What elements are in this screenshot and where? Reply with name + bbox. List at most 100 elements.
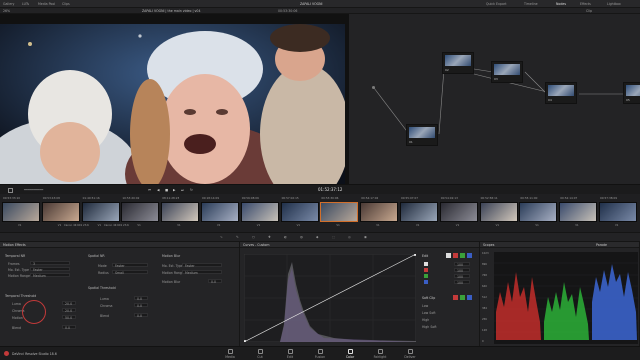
b-value-field[interactable]: 100 xyxy=(454,280,470,285)
mb-type-select[interactable]: Faster xyxy=(182,263,222,268)
panel-title: Scopes xyxy=(483,243,495,248)
timeline-tab[interactable]: Timeline xyxy=(524,2,538,6)
radius-select[interactable]: Small xyxy=(112,270,148,275)
green-swatch[interactable] xyxy=(460,253,465,258)
play-reverse-icon[interactable]: ◀ xyxy=(157,188,159,192)
media-pool-tab[interactable]: Media Pool xyxy=(38,2,55,6)
motion-field[interactable]: 50.0 xyxy=(62,315,76,320)
motion-label: Motion xyxy=(12,316,23,320)
quick-export-button[interactable]: Quick Export xyxy=(486,2,506,6)
scope-mode-select[interactable]: Parade xyxy=(596,243,607,247)
page-fairlight-button[interactable]: Fairlight xyxy=(372,349,388,359)
motion-range-select[interactable]: Medium xyxy=(30,273,70,278)
effects-tab[interactable]: Effects xyxy=(580,2,591,6)
clip-thumbnail[interactable] xyxy=(479,202,518,222)
soft-clip-green[interactable] xyxy=(460,295,465,300)
stop-icon[interactable]: ■ xyxy=(165,188,168,192)
page-deliver-button[interactable]: Deliver xyxy=(402,349,418,359)
spatial-blend-field[interactable]: 0.0 xyxy=(134,313,148,318)
g-value-field[interactable]: 100 xyxy=(454,274,470,279)
node-03[interactable]: 03 xyxy=(491,61,523,83)
link-swatch[interactable] xyxy=(446,253,451,258)
zoom-slider[interactable]: ━━━━━━━━━━ xyxy=(24,188,43,192)
node-editor[interactable]: 01 02 03 04 05 xyxy=(349,14,640,184)
node-02[interactable]: 02 xyxy=(442,52,474,74)
clip-thumbnail[interactable] xyxy=(2,202,40,222)
clip-thumbnail[interactable] xyxy=(81,202,120,222)
deliver-page-icon xyxy=(407,349,413,354)
page-media-button[interactable]: Media xyxy=(222,349,238,359)
curve-graph[interactable] xyxy=(244,254,416,342)
chroma-field[interactable]: 20.0 xyxy=(62,308,76,313)
page-navigation: DaVinci Resolve Studio 18.6 Media Cut Edit… xyxy=(0,346,640,360)
nodes-tab[interactable]: Nodes xyxy=(556,2,566,6)
spatial-chroma-field[interactable]: 0.0 xyxy=(134,303,148,308)
clip-thumbnail[interactable] xyxy=(559,202,598,222)
node-05[interactable]: 05 xyxy=(623,82,640,104)
mb-range-select[interactable]: Medium xyxy=(182,270,222,275)
clip-timecode: 08:11:28:23 xyxy=(162,195,180,200)
clip-thumbnail[interactable] xyxy=(599,202,637,222)
page-color-button[interactable]: Color xyxy=(342,349,358,359)
page-edit-button[interactable]: Edit xyxy=(282,349,298,359)
clip-thumbnail[interactable] xyxy=(41,202,80,222)
clip-thumbnail[interactable] xyxy=(201,202,239,222)
node-04[interactable]: 04 xyxy=(545,82,577,104)
play-icon[interactable]: ▶ xyxy=(173,188,175,192)
clip-thumbnail[interactable] xyxy=(161,202,200,222)
skip-back-icon[interactable]: ⏮ xyxy=(148,188,151,192)
clip-thumbnail[interactable] xyxy=(400,202,438,222)
clips-tab[interactable]: Clips xyxy=(62,2,70,6)
sizing-tool-icon[interactable]: ⬚ xyxy=(332,235,335,239)
clip-thumbnail[interactable] xyxy=(240,202,279,222)
page-fusion-button[interactable]: Fusion xyxy=(312,349,328,359)
mode-select[interactable]: Faster xyxy=(112,263,148,268)
curves-tool-icon[interactable]: ∿ xyxy=(220,235,223,239)
clip-timecode: 00:57:02:15 xyxy=(281,195,299,200)
luts-tab[interactable]: LUTs xyxy=(22,2,29,6)
viewer[interactable] xyxy=(0,14,349,184)
r-value-field[interactable]: 100 xyxy=(454,268,470,273)
clip-thumbnail[interactable] xyxy=(280,202,319,222)
page-cut-button[interactable]: Cut xyxy=(252,349,268,359)
soft-clip-red[interactable] xyxy=(453,295,458,300)
blend-field[interactable]: 0.0 xyxy=(62,325,76,330)
clip-track-label: V1 xyxy=(137,224,141,227)
clip-thumbnail[interactable] xyxy=(519,202,558,222)
3d-tool-icon[interactable]: ◎ xyxy=(348,235,351,239)
frames-select[interactable]: 3 xyxy=(30,261,70,266)
clip-thumbnail[interactable] xyxy=(360,202,399,222)
y-value: 100 xyxy=(457,263,464,268)
blur-tool-icon[interactable]: ◍ xyxy=(300,235,303,239)
gallery-tab[interactable]: Gallery xyxy=(3,2,14,6)
soft-clip-blue[interactable] xyxy=(467,295,472,300)
y-value-field[interactable]: 100 xyxy=(454,262,470,268)
skip-forward-icon[interactable]: ⏭ xyxy=(181,188,184,192)
luma-field[interactable]: 20.0 xyxy=(62,301,76,306)
media-page-icon xyxy=(227,349,233,354)
clip-thumbnail[interactable] xyxy=(320,202,359,222)
spatial-luma-field[interactable]: 0.0 xyxy=(134,296,148,301)
node-input-dot[interactable] xyxy=(372,86,375,89)
tracker-tool-icon[interactable]: ✚ xyxy=(268,235,271,239)
clip-thumbnail[interactable] xyxy=(121,202,160,222)
temporal-nr-heading: Temporal NR xyxy=(5,254,26,258)
mo-est-type-select[interactable]: Faster xyxy=(30,267,70,272)
clip-thumbnail[interactable] xyxy=(439,202,478,222)
clip-timeline[interactable]: 00:53:33:10 V1 00:53:43:08 V1 01:49:51:16 V1 1… xyxy=(0,194,640,232)
clip-timecode: 10:53:20:02 xyxy=(122,195,140,200)
blue-swatch[interactable] xyxy=(467,253,472,258)
node-01[interactable]: 01 xyxy=(406,124,438,146)
qualifier-tool-icon[interactable]: ✎ xyxy=(236,235,239,239)
mb-blur-field[interactable]: 0.0 xyxy=(208,279,222,284)
key-tool-icon[interactable]: ◆ xyxy=(316,235,318,239)
node-mode-select[interactable]: Clip xyxy=(586,9,592,13)
crop-icon[interactable] xyxy=(8,187,13,193)
magic-mask-icon[interactable]: ◐ xyxy=(284,235,287,239)
lightbox-tab[interactable]: Lightbox xyxy=(607,2,621,6)
zoom-level[interactable]: 26% xyxy=(3,9,10,13)
loop-icon[interactable]: ↻ xyxy=(190,188,193,192)
window-tool-icon[interactable]: ○ xyxy=(252,235,255,239)
stereo-tool-icon[interactable]: ◉ xyxy=(364,235,367,239)
red-swatch[interactable] xyxy=(453,253,458,258)
